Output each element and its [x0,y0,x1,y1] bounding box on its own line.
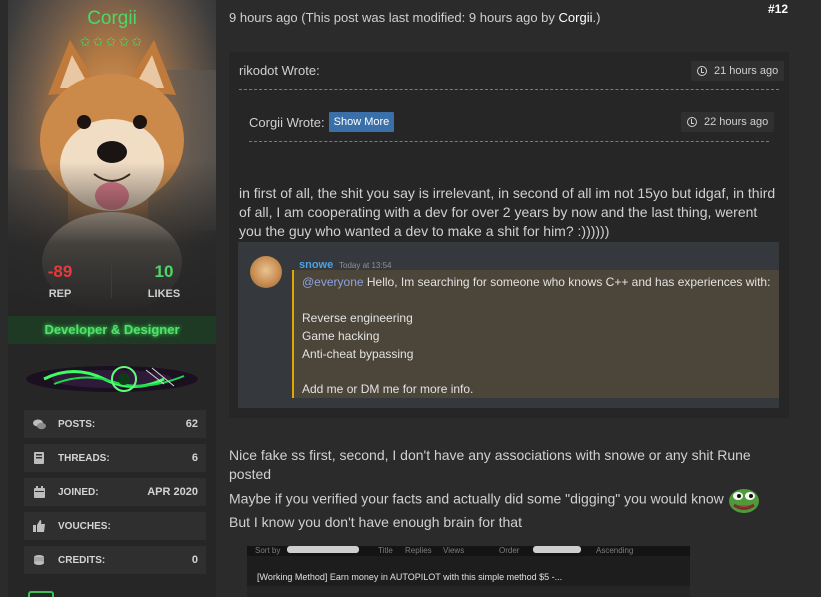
thumbs-up-icon [32,519,46,533]
quote-timestamp[interactable]: 21 hours ago [691,61,785,81]
nested-quote-timestamp[interactable]: 22 hours ago [681,112,775,132]
discord-message-line: Add me or DM me for more info. [302,382,474,396]
info-value: 0 [191,554,198,566]
sort-by-label: Sort by [255,546,281,555]
clock-icon [687,117,697,127]
show-more-button[interactable]: Show More [328,112,395,132]
nested-quote-author[interactable]: Corgii Wrote: [249,115,325,130]
reply-line-with-emoji: Maybe if you verified your facts and act… [229,486,760,514]
discord-username: snowe [299,259,334,271]
nested-quote-time-text: 22 hours ago [704,116,769,128]
info-label: CREDITS: [58,554,106,566]
clock-icon [697,66,707,76]
reply-line: But I know you don't have enough brain f… [229,514,522,530]
quote-header: rikodot Wrote: [239,63,320,78]
forum-screenshot-thumbnail: Sort by Title Replies Views Order Ascend… [247,546,690,597]
info-label: JOINED: [58,486,99,498]
sort-column-views: Views [443,546,465,555]
discord-avatar [250,256,282,288]
sort-column-title: Title [378,546,393,555]
post-meta: 9 hours ago (This post was last modified… [229,10,600,25]
rank-stars: ✩✩✩✩✩ [79,34,145,49]
discord-message-line: @everyone Hello, Im searching for someon… [302,275,770,289]
info-label: POSTS: [58,418,96,430]
reputation-value: -89 [47,262,73,281]
info-row-credits[interactable]: CREDITS: 0 [24,546,206,574]
username[interactable]: Corgii [8,8,216,30]
info-row-threads[interactable]: THREADS: 6 [24,444,206,472]
sort-bar: Sort by Title Replies Views Order Ascend… [247,546,690,556]
nested-quote-divider [249,141,769,142]
discord-timestamp: Today at 13:54 [339,261,392,270]
reply-line: Nice fake ss first, second, I don't have… [229,447,751,463]
quote-time-text: 21 hours ago [714,65,779,77]
thumbnail-thread-title: [Working Method] Earn money in AUTOPILOT… [257,572,563,582]
coins-icon [32,553,46,567]
order-ascending: Ascending [596,546,634,555]
info-label: THREADS: [58,452,110,464]
author-action-button[interactable] [28,591,54,597]
quote-author[interactable]: rikodot Wrote: [239,63,320,78]
reply-text: Maybe if you verified your facts and act… [229,490,724,507]
quote-divider [239,89,779,90]
post-number-link[interactable]: #12 [768,2,788,16]
discord-message-text: Hello, Im searching for someone who know… [363,275,771,289]
comments-icon [32,417,46,431]
discord-message-line: Game hacking [302,329,380,343]
info-row-posts[interactable]: POSTS: 62 [24,410,206,438]
likes-stat[interactable]: 10 LIKES [112,262,216,300]
discord-message-line: Reverse engineering [302,311,413,325]
quote-text: in first of all, the shit you say is irr… [239,185,776,239]
author-info-list: POSTS: 62 THREADS: 6 JOINED: APR 2020 VO… [24,410,206,580]
reply-line: posted [229,466,272,482]
nested-quote-header: Corgii Wrote: Show More [249,112,395,132]
info-row-joined: JOINED: APR 2020 [24,478,206,506]
quote-block: rikodot Wrote: 21 hours ago Corgii Wrote… [229,52,789,418]
reputation-label: REP [48,288,72,300]
post-meta-author-link[interactable]: Corgii [559,10,593,25]
usergroup-banner-image [26,366,198,392]
discord-message-line: Anti-cheat bypassing [302,347,414,361]
info-row-vouches[interactable]: VOUCHES: [24,512,206,540]
book-icon [32,451,46,465]
calendar-icon [32,485,46,499]
info-value: 62 [185,418,198,430]
reputation-stat[interactable]: -89 REP [8,262,112,300]
likes-label: LIKES [147,288,181,300]
pepe-emoji-icon [728,489,759,513]
sort-column-replies: Replies [405,546,432,555]
info-value: 6 [191,452,198,464]
post-meta-prefix: 9 hours ago (This post was last modified… [229,10,559,25]
usergroup-title: Developer & Designer [8,316,216,344]
info-label: VOUCHES: [58,520,111,532]
discord-screenshot: snowe Today at 13:54 @everyone Hello, Im… [238,242,779,408]
discord-mention: @everyone [302,275,364,289]
post-meta-suffix: .) [592,10,601,25]
likes-value: 10 [154,262,174,281]
order-label: Order [499,546,520,555]
author-panel: Corgii ✩✩✩✩✩ -89 REP 10 LIKES Developer … [8,0,216,597]
info-value: APR 2020 [147,486,198,498]
